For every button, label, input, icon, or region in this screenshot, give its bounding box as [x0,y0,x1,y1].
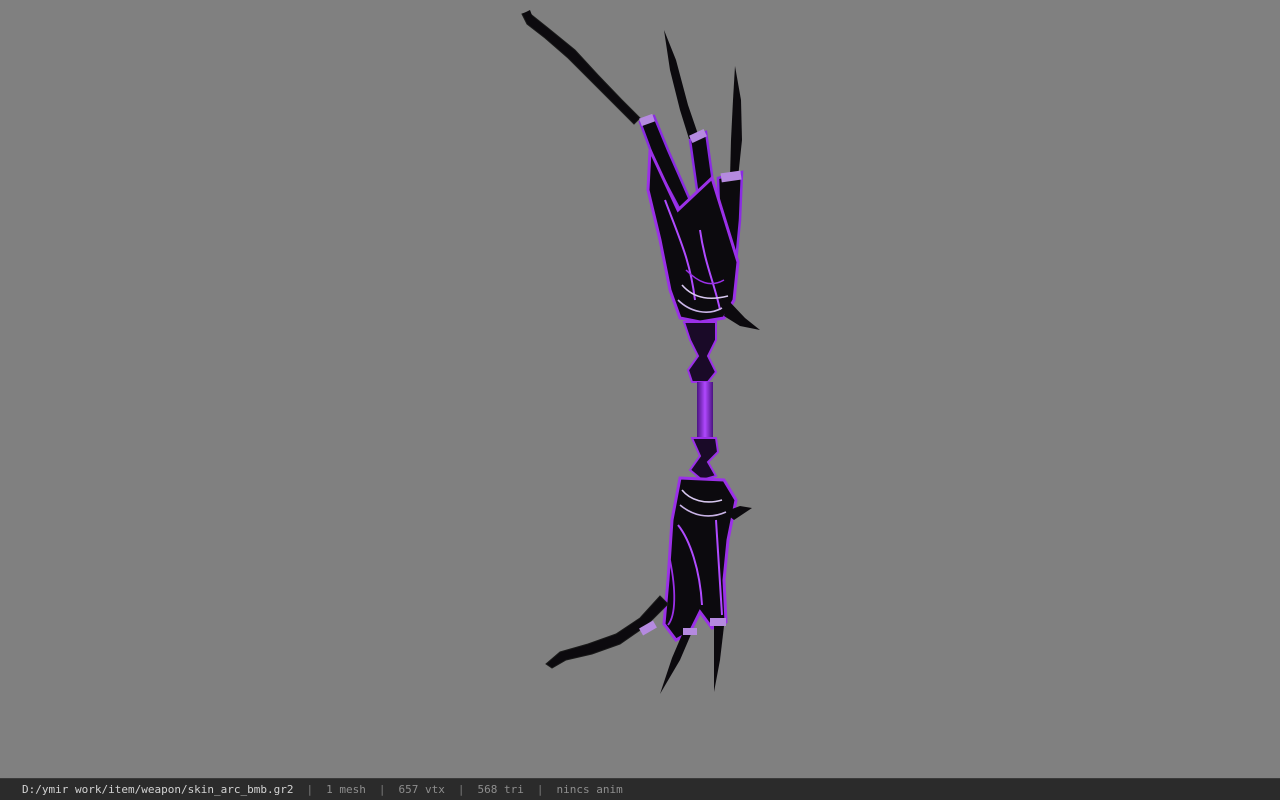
status-bar: D:/ymir work/item/weapon/skin_arc_bmb.gr… [0,778,1280,800]
status-separator: | [378,783,386,796]
lower-limb [545,476,752,694]
upper-limb [521,10,760,330]
anim-status: nincs anim [556,783,623,796]
file-path: D:/ymir work/item/weapon/skin_arc_bmb.gr… [22,783,294,796]
status-separator: | [536,783,544,796]
triangle-count: 568 tri [477,783,524,796]
bow-model-icon[interactable] [0,0,1280,778]
mesh-count: 1 mesh [326,783,366,796]
vertex-count: 657 vtx [398,783,445,796]
status-separator: | [306,783,314,796]
grip [682,321,720,482]
3d-viewport[interactable] [0,0,1280,778]
status-separator: | [457,783,465,796]
